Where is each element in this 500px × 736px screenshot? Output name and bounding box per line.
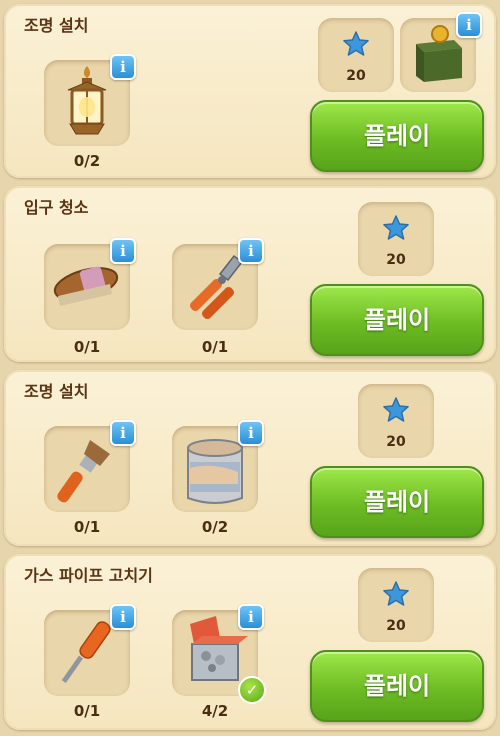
check-icon: ✓ — [238, 676, 266, 704]
task-card: 조명 설치 i 0/2 20 i 플레이 — [4, 4, 496, 178]
item-count: 4/2 — [201, 702, 229, 720]
item-slot-scrub-brush[interactable]: i — [44, 238, 136, 330]
reward-slot: 20 — [358, 568, 434, 642]
reward-value: 20 — [346, 68, 366, 84]
item-slot-paintbrush[interactable]: i — [44, 420, 136, 512]
task-title: 조명 설치 — [24, 382, 89, 401]
info-badge[interactable]: i — [110, 54, 136, 80]
info-badge[interactable]: i — [110, 420, 136, 446]
play-button[interactable]: 플레이 — [310, 284, 484, 356]
task-card: 가스 파이프 고치기 i 0/1 i ✓ 4/2 20 플레이 — [4, 554, 496, 730]
task-title: 가스 파이프 고치기 — [24, 566, 153, 585]
task-title: 입구 청소 — [24, 198, 89, 217]
star-icon — [383, 581, 409, 606]
star-icon — [343, 31, 369, 56]
item-slot-parts-box[interactable]: i ✓ — [172, 604, 266, 704]
reward-slot: 20 — [358, 384, 434, 458]
reward-slot: 20 — [358, 202, 434, 276]
reward-value: 20 — [386, 252, 406, 268]
play-button[interactable]: 플레이 — [310, 650, 484, 722]
play-button[interactable]: 플레이 — [310, 466, 484, 538]
info-badge[interactable]: i — [238, 604, 264, 630]
item-count: 0/2 — [73, 152, 101, 170]
reward-value: 20 — [386, 618, 406, 634]
item-slot-pliers[interactable]: i — [172, 238, 264, 330]
task-card: 입구 청소 i 0/1 i 0/1 20 플레이 — [4, 186, 496, 362]
info-badge[interactable]: i — [238, 420, 264, 446]
item-slot-paint-can[interactable]: i — [172, 420, 264, 512]
reward-value: 20 — [386, 434, 406, 450]
info-badge[interactable]: i — [238, 238, 264, 264]
item-count: 0/1 — [73, 338, 101, 356]
play-button[interactable]: 플레이 — [310, 100, 484, 172]
item-count: 0/2 — [201, 518, 229, 536]
info-badge[interactable]: i — [110, 604, 136, 630]
item-count: 0/1 — [73, 702, 101, 720]
item-slot-screwdriver[interactable]: i — [44, 604, 136, 696]
info-badge[interactable]: i — [110, 238, 136, 264]
reward-slot: 20 — [318, 18, 394, 92]
item-count: 0/1 — [201, 338, 229, 356]
bonus-slot: i — [400, 12, 482, 92]
star-icon — [383, 397, 409, 422]
star-icon — [383, 215, 409, 240]
info-badge[interactable]: i — [456, 12, 482, 38]
item-count: 0/1 — [73, 518, 101, 536]
task-title: 조명 설치 — [24, 16, 89, 35]
item-slot-lantern[interactable]: i — [44, 54, 136, 146]
task-card: 조명 설치 i 0/1 i 0/2 20 플레이 — [4, 370, 496, 546]
